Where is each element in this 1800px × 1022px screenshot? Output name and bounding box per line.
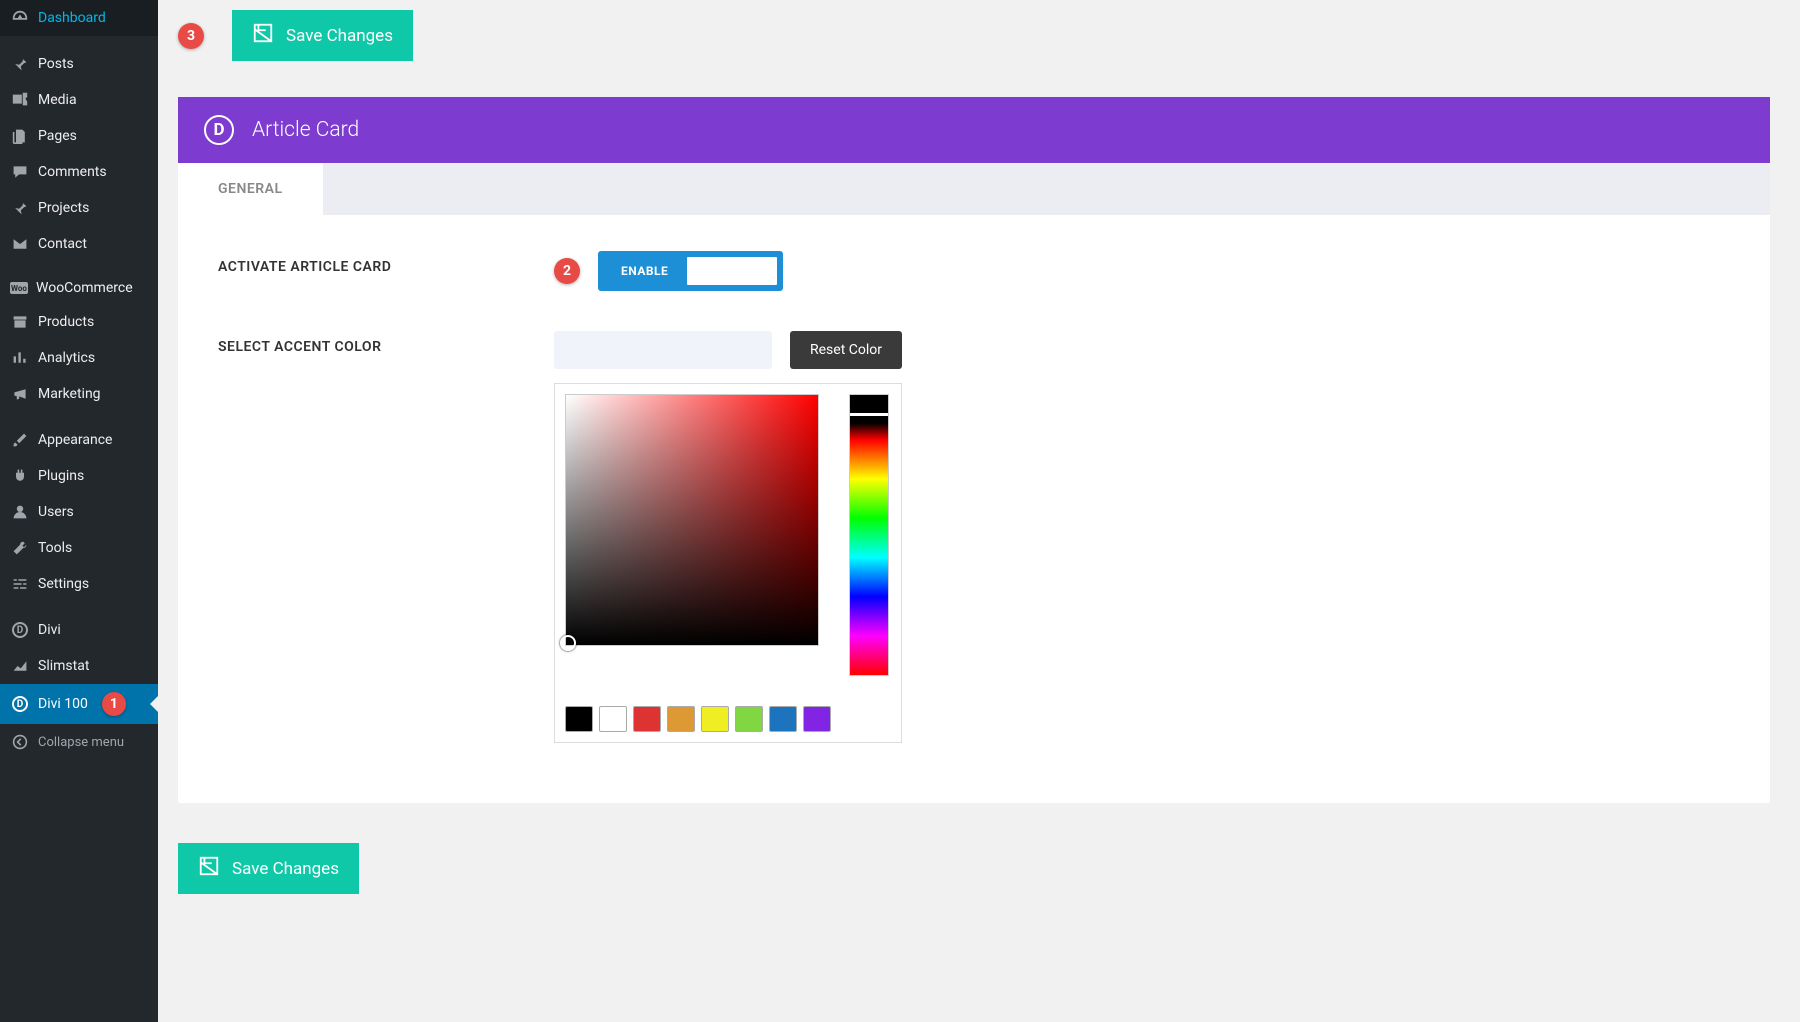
enable-toggle[interactable]: ENABLE xyxy=(598,251,783,291)
panel-tabs: GENERAL xyxy=(178,163,1770,215)
sidebar-item-pages[interactable]: Pages xyxy=(0,118,158,154)
annotation-2: 2 xyxy=(554,258,580,284)
hue-slider[interactable] xyxy=(849,394,889,676)
sidebar-item-posts[interactable]: Posts xyxy=(0,46,158,82)
sidebar-item-label: Plugins xyxy=(38,468,84,484)
save-icon xyxy=(252,22,274,49)
toggle-enable-label: ENABLE xyxy=(603,256,686,286)
mail-icon xyxy=(10,234,30,254)
media-icon xyxy=(10,90,30,110)
sidebar-item-label: Contact xyxy=(38,236,87,252)
brush-icon xyxy=(10,430,30,450)
sidebar-item-label: Appearance xyxy=(38,432,112,448)
pin-icon xyxy=(10,54,30,74)
sidebar-item-label: Divi 100 xyxy=(38,696,88,712)
sidebar-item-label: Products xyxy=(38,314,94,330)
collapse-icon xyxy=(10,732,30,752)
sidebar-item-divi-100[interactable]: D Divi 100 1 xyxy=(0,684,158,724)
article-card-panel: D Article Card GENERAL ACTIVATE ARTICLE … xyxy=(178,97,1770,803)
save-icon xyxy=(198,855,220,882)
save-changes-button-top[interactable]: Save Changes xyxy=(232,10,413,61)
sidebar-item-dashboard[interactable]: Dashboard xyxy=(0,0,158,36)
wrench-icon xyxy=(10,538,30,558)
color-swatches xyxy=(565,706,891,732)
admin-sidebar: Dashboard Posts Media Pages Comments Pro… xyxy=(0,0,158,1022)
sidebar-item-label: Dashboard xyxy=(38,10,106,26)
panel-header: D Article Card xyxy=(178,97,1770,163)
sidebar-item-label: Tools xyxy=(38,540,72,556)
sidebar-item-marketing[interactable]: Marketing xyxy=(0,376,158,412)
sidebar-item-label: Posts xyxy=(38,56,74,72)
sidebar-item-label: Analytics xyxy=(38,350,95,366)
sidebar-item-projects[interactable]: Projects xyxy=(0,190,158,226)
sidebar-item-label: Collapse menu xyxy=(38,735,124,750)
user-icon xyxy=(10,502,30,522)
sidebar-collapse-menu[interactable]: Collapse menu xyxy=(0,724,158,760)
sidebar-item-analytics[interactable]: Analytics xyxy=(0,340,158,376)
sidebar-item-label: Pages xyxy=(38,128,77,144)
color-picker xyxy=(554,383,902,743)
sidebar-item-divi[interactable]: D Divi xyxy=(0,612,158,648)
comment-icon xyxy=(10,162,30,182)
reset-color-button[interactable]: Reset Color xyxy=(790,331,902,369)
sidebar-item-media[interactable]: Media xyxy=(0,82,158,118)
dashboard-icon xyxy=(10,8,30,28)
bars-icon xyxy=(10,348,30,368)
sidebar-item-label: WooCommerce xyxy=(36,280,133,296)
sidebar-item-label: Media xyxy=(38,92,77,108)
woocommerce-icon: Woo xyxy=(10,282,28,294)
save-button-label: Save Changes xyxy=(232,859,339,879)
saturation-picker[interactable] xyxy=(565,394,819,646)
toggle-knob xyxy=(686,256,778,286)
accent-color-input[interactable] xyxy=(554,331,772,369)
select-accent-color-label: SELECT ACCENT COLOR xyxy=(218,331,554,355)
divi-icon: D xyxy=(10,694,30,714)
sidebar-item-appearance[interactable]: Appearance xyxy=(0,422,158,458)
sidebar-item-label: Marketing xyxy=(38,386,101,402)
chart-icon xyxy=(10,656,30,676)
swatch-orange[interactable] xyxy=(667,706,695,732)
megaphone-icon xyxy=(10,384,30,404)
swatch-green[interactable] xyxy=(735,706,763,732)
sidebar-item-users[interactable]: Users xyxy=(0,494,158,530)
sidebar-item-label: Comments xyxy=(38,164,107,180)
sidebar-item-settings[interactable]: Settings xyxy=(0,566,158,602)
swatch-red[interactable] xyxy=(633,706,661,732)
sidebar-item-tools[interactable]: Tools xyxy=(0,530,158,566)
sidebar-item-label: Projects xyxy=(38,200,89,216)
tab-general[interactable]: GENERAL xyxy=(178,163,323,215)
divi-logo-icon: D xyxy=(204,115,234,145)
pin-icon xyxy=(10,198,30,218)
pages-icon xyxy=(10,126,30,146)
sidebar-item-plugins[interactable]: Plugins xyxy=(0,458,158,494)
plug-icon xyxy=(10,466,30,486)
activate-article-card-label: ACTIVATE ARTICLE CARD xyxy=(218,251,554,275)
sidebar-item-label: Divi xyxy=(38,622,61,638)
panel-body: ACTIVATE ARTICLE CARD 2 ENABLE SELECT AC… xyxy=(178,215,1770,803)
sidebar-item-label: Slimstat xyxy=(38,658,89,674)
sidebar-item-label: Users xyxy=(38,504,74,520)
sidebar-item-contact[interactable]: Contact xyxy=(0,226,158,262)
sliders-icon xyxy=(10,574,30,594)
swatch-yellow[interactable] xyxy=(701,706,729,732)
sidebar-item-woocommerce[interactable]: Woo WooCommerce xyxy=(0,272,158,304)
sidebar-item-slimstat[interactable]: Slimstat xyxy=(0,648,158,684)
save-changes-button-bottom[interactable]: Save Changes xyxy=(178,843,359,894)
panel-title: Article Card xyxy=(252,118,359,142)
swatch-black[interactable] xyxy=(565,706,593,732)
swatch-white[interactable] xyxy=(599,706,627,732)
sidebar-item-comments[interactable]: Comments xyxy=(0,154,158,190)
annotation-3: 3 xyxy=(178,23,204,49)
save-button-label: Save Changes xyxy=(286,26,393,46)
archive-icon xyxy=(10,312,30,332)
swatch-purple[interactable] xyxy=(803,706,831,732)
divi-icon: D xyxy=(10,620,30,640)
annotation-1: 1 xyxy=(102,692,126,716)
sidebar-item-products[interactable]: Products xyxy=(0,304,158,340)
swatch-blue[interactable] xyxy=(769,706,797,732)
sidebar-item-label: Settings xyxy=(38,576,89,592)
main-content: 3 Save Changes D Article Card GENERAL AC… xyxy=(158,0,1800,1022)
